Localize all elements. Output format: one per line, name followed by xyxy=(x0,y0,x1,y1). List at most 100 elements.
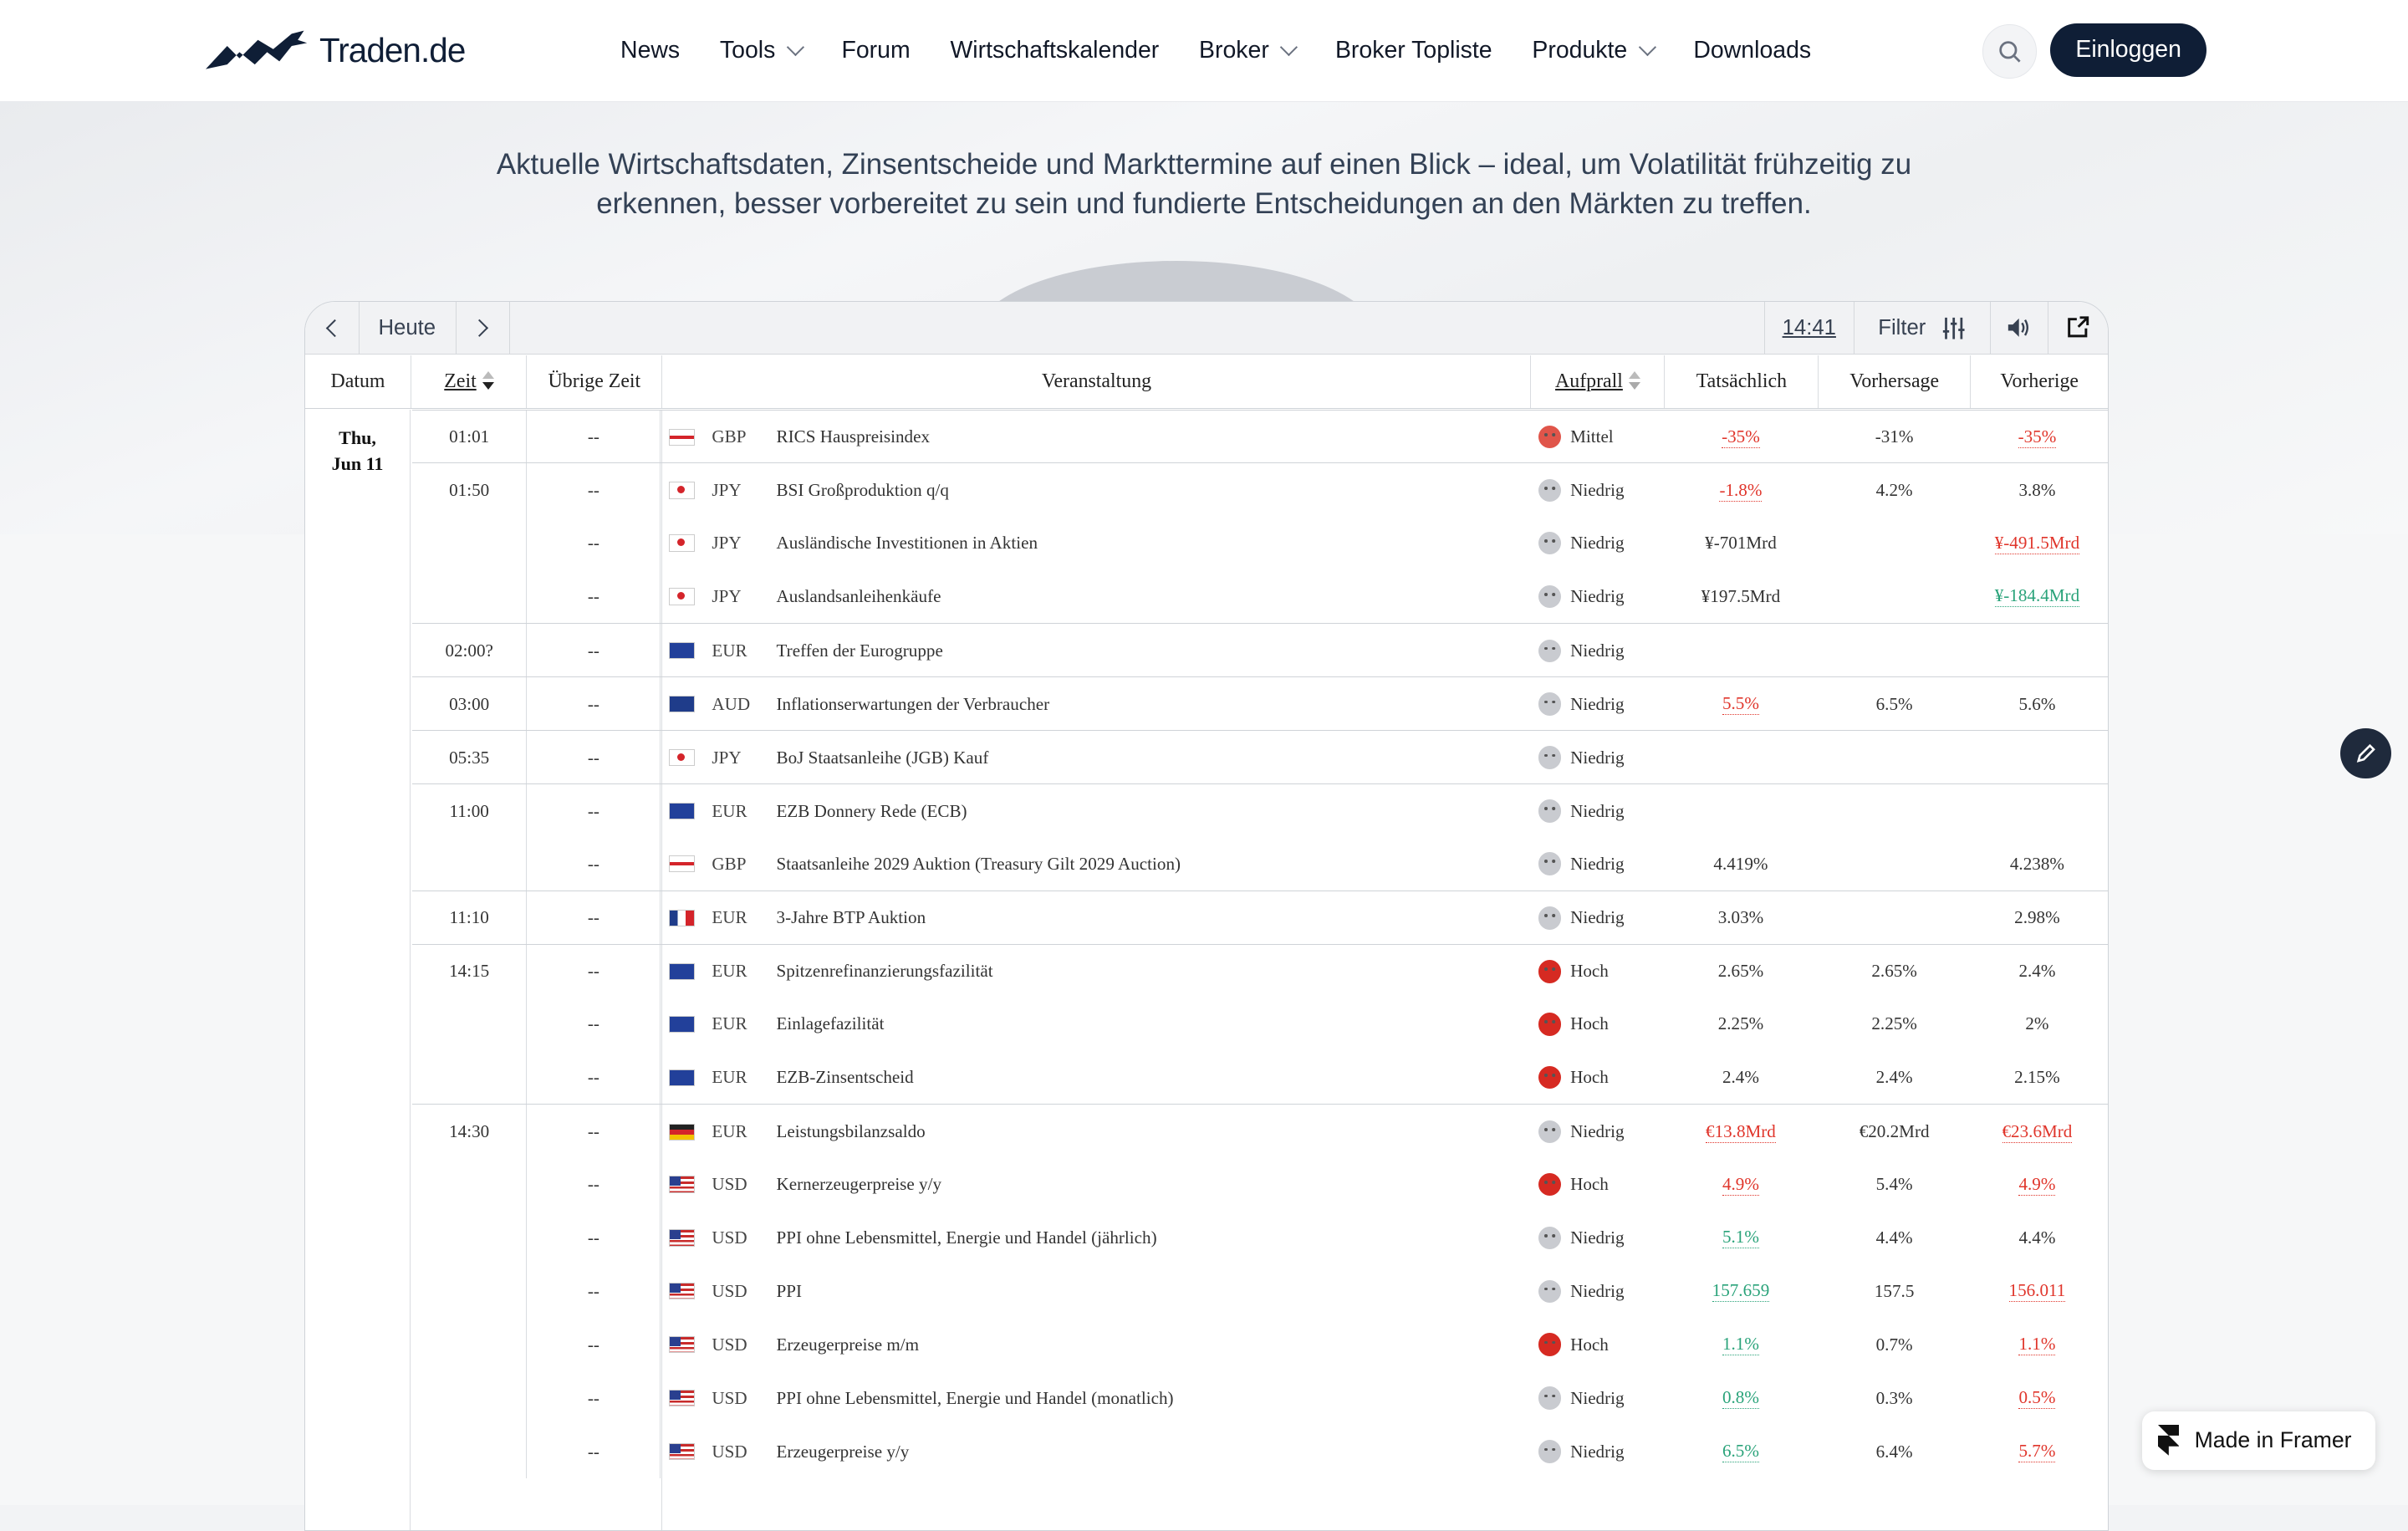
table-row[interactable]: 03:00 -- AUD Inflationserwartungen der Verb… xyxy=(412,676,2108,732)
time-cell xyxy=(412,1424,528,1479)
nav-item-produkte[interactable]: Produkte xyxy=(1532,37,1656,64)
table-row[interactable]: -- USD Erzeugerpreise m/m Hoch 1.1% 0.7% 1.1% xyxy=(412,1318,2108,1372)
previous-cell-value: 2% xyxy=(2025,1013,2049,1034)
table-row[interactable]: 01:01 -- GBP RICS Hauspreisindex Mittel -35% -… xyxy=(412,409,2108,464)
time-cell: 01:01 xyxy=(412,410,528,464)
table-header: Datum Zeit Übrige Zeit Veranstaltung Auf… xyxy=(304,355,2108,409)
forecast-cell: 0.3% xyxy=(1818,1371,1972,1425)
next-day-button[interactable] xyxy=(456,301,510,355)
table-row[interactable]: -- USD PPI ohne Lebensmittel, Energie und … xyxy=(412,1211,2108,1265)
forecast-cell xyxy=(1818,784,1972,838)
speaker-icon xyxy=(2008,319,2028,338)
time-cell xyxy=(412,1264,528,1319)
impact-label: Hoch xyxy=(1570,1013,1609,1034)
edit-button[interactable] xyxy=(2340,727,2391,779)
event-cell-value: RICS Hauspreisindex xyxy=(776,426,931,447)
event-cell-value: Treffen der Eurogruppe xyxy=(776,640,943,661)
actual-cell-value: ¥197.5Mrd xyxy=(1701,585,1781,606)
currency-cell-value: EUR xyxy=(712,1013,747,1034)
actual-cell: 6.5% xyxy=(1664,1425,1818,1478)
actual-cell: 4.9% xyxy=(1664,1157,1818,1211)
table-row[interactable]: -- EUR EZB-Zinsentscheid Hoch 2.4% 2.4% 2.15% xyxy=(412,1050,2108,1105)
header-tatsaechlich: Tatsächlich xyxy=(1666,355,1819,408)
prev-day-button[interactable] xyxy=(305,301,360,355)
sound-button[interactable] xyxy=(1990,301,2049,355)
actual-cell: 0.8% xyxy=(1664,1371,1818,1425)
table-row[interactable]: 14:30 -- EUR Leistungsbilanzsaldo Niedrig €13… xyxy=(412,1104,2108,1159)
actual-cell: 1.1% xyxy=(1664,1318,1818,1371)
actual-cell-value: -1.8% xyxy=(1719,479,1763,502)
currency-cell-value: USD xyxy=(712,1334,747,1355)
event-cell: Kernerzeugerpreise y/y xyxy=(777,1157,1637,1211)
header-aufprall[interactable]: Aufprall xyxy=(1532,355,1666,408)
time-cell xyxy=(412,836,528,891)
previous-cell: -35% xyxy=(1968,411,2106,464)
site-logo[interactable]: Traden.de xyxy=(206,28,466,74)
made-in-framer-badge[interactable]: Made in Framer xyxy=(2142,1411,2376,1470)
previous-cell-value: 4.9% xyxy=(2018,1173,2056,1196)
today-button[interactable]: Heute xyxy=(359,301,457,355)
table-row[interactable]: -- GBP Staatsanleihe 2029 Auktion (Treasur… xyxy=(412,836,2108,891)
flag-cell xyxy=(668,891,696,945)
table-row[interactable]: -- USD Kernerzeugerpreise y/y Hoch 4.9% 5.4% 4… xyxy=(412,1157,2108,1212)
table-row[interactable]: -- JPY Ausländische Investitionen in Aktie… xyxy=(412,516,2108,570)
forecast-cell: 0.7% xyxy=(1818,1318,1972,1371)
nav-item-forum[interactable]: Forum xyxy=(841,37,910,64)
flag-eu-icon xyxy=(668,642,696,660)
actual-cell-value: -35% xyxy=(1722,426,1760,448)
sliders-icon xyxy=(1942,317,1965,339)
actual-cell: 157.659 xyxy=(1664,1264,1818,1318)
currency-cell: USD xyxy=(712,1318,767,1371)
table-row[interactable]: 11:00 -- EUR EZB Donnery Rede (ECB) Niedrig xyxy=(412,783,2108,839)
table-row[interactable]: 14:15 -- EUR Spitzenrefinanzierungsfazilitä… xyxy=(412,943,2108,998)
actual-cell-value: 4.419% xyxy=(1713,853,1768,874)
timezone-clock[interactable]: 14:41 xyxy=(1763,301,1855,355)
other-time-cell: -- xyxy=(528,569,661,624)
currency-cell-value: EUR xyxy=(712,640,747,661)
previous-cell: 5.6% xyxy=(1968,677,2106,731)
nav-item-downloads[interactable]: Downloads xyxy=(1693,37,1811,64)
table-row[interactable]: -- EUR Einlagefazilität Hoch 2.25% 2.25% 2% xyxy=(412,997,2108,1051)
other-time-cell: -- xyxy=(528,1211,661,1265)
login-button[interactable]: Einloggen xyxy=(2049,23,2207,77)
other-time-cell: -- xyxy=(528,1050,661,1105)
other-time-cell-value: -- xyxy=(587,480,599,501)
nav-item-tools[interactable]: Tools xyxy=(720,37,804,64)
table-row[interactable]: 01:50 -- JPY BSI Großproduktion q/q Niedrig -… xyxy=(412,462,2108,518)
header-zeit[interactable]: Zeit xyxy=(412,355,528,408)
event-cell-value: PPI ohne Lebensmittel, Energie und Hande… xyxy=(776,1387,1174,1408)
filter-button[interactable]: Filter xyxy=(1854,301,1991,355)
flag-cell xyxy=(668,731,696,784)
currency-cell-value: EUR xyxy=(712,800,747,821)
table-row[interactable]: -- USD Erzeugerpreise y/y Niedrig 6.5% 6.4% 5.… xyxy=(412,1424,2108,1479)
previous-cell xyxy=(1968,731,2106,784)
other-time-cell-value: -- xyxy=(587,1441,599,1462)
currency-cell: USD xyxy=(712,1157,767,1211)
nav-item-broker-topliste[interactable]: Broker Topliste xyxy=(1335,37,1492,64)
other-time-cell-value: -- xyxy=(587,1387,599,1408)
table-row[interactable]: -- USD PPI Niedrig 157.659 157.5 156.011 xyxy=(412,1264,2108,1319)
other-time-cell-value: -- xyxy=(587,907,599,928)
table-row[interactable]: 02:00? -- EUR Treffen der Eurogruppe Niedrig xyxy=(412,623,2108,678)
flag-cell xyxy=(668,411,696,464)
time-cell-value: 14:15 xyxy=(449,961,490,982)
search-button[interactable] xyxy=(1982,24,2037,79)
table-row[interactable]: -- JPY Auslandsanleihenkäufe Niedrig ¥197.5M… xyxy=(412,569,2108,624)
table-row[interactable]: 11:10 -- EUR 3-Jahre BTP Auktion Niedrig 3.03… xyxy=(412,890,2108,946)
open-external-button[interactable] xyxy=(2048,302,2108,354)
actual-cell xyxy=(1664,784,1818,838)
table-row[interactable]: -- USD PPI ohne Lebensmittel, Energie und … xyxy=(412,1371,2108,1426)
nav-item-news[interactable]: News xyxy=(620,37,680,64)
previous-cell-value: 5.7% xyxy=(2018,1441,2056,1463)
currency-cell-value: AUD xyxy=(712,693,751,714)
currency-cell: EUR xyxy=(712,998,767,1051)
forecast-cell-value: 2.25% xyxy=(1871,1013,1917,1034)
event-cell-value: EZB Donnery Rede (ECB) xyxy=(776,800,967,821)
table-row[interactable]: 05:35 -- JPY BoJ Staatsanleihe (JGB) Kauf Ni… xyxy=(412,730,2108,785)
impact-label: Niedrig xyxy=(1570,853,1625,874)
other-time-cell-value: -- xyxy=(587,640,599,661)
nav-item-broker[interactable]: Broker xyxy=(1199,37,1298,64)
impact-face-icon xyxy=(1538,1333,1562,1357)
nav-item-label: Downloads xyxy=(1693,37,1812,64)
nav-item-wirtschaftskalender[interactable]: Wirtschaftskalender xyxy=(950,37,1159,64)
